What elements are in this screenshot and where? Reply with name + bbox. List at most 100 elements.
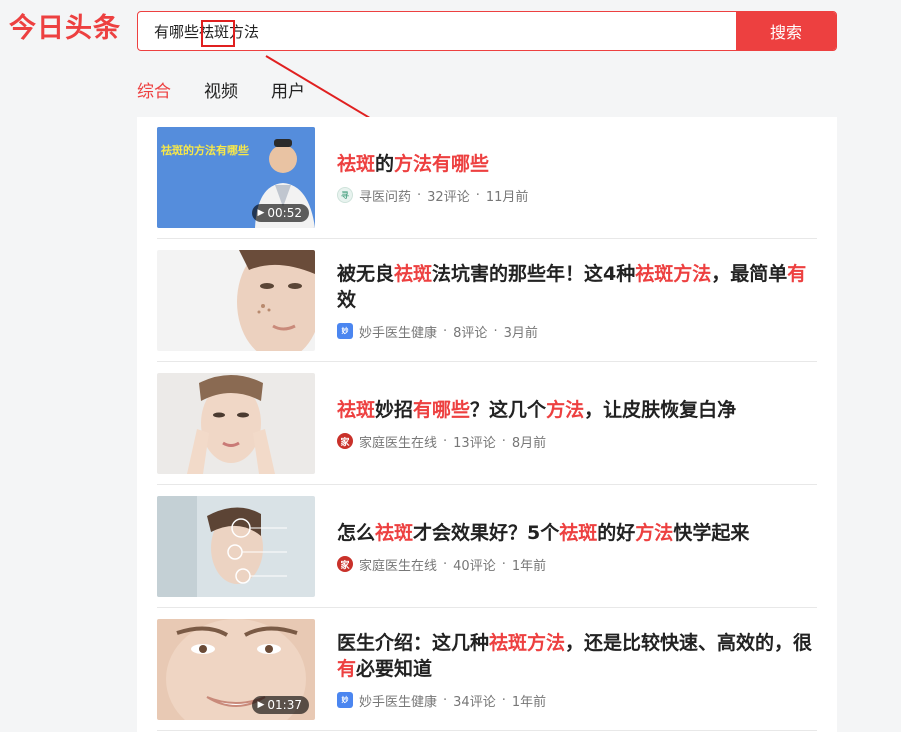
thumbnail-caption: 祛斑的方法有哪些	[161, 144, 249, 157]
result-meta: 妙 妙手医生健康 · 34评论 · 1年前	[337, 691, 817, 710]
result-info: 医生介绍：这几种祛斑方法，还是比较快速、高效的，很有必要知道 妙 妙手医生健康 …	[337, 609, 817, 730]
title-keyword-highlight: 方法有哪些	[394, 152, 490, 175]
title-text: 医生介绍：这几种	[337, 631, 490, 654]
comment-count: 40评论	[453, 558, 496, 574]
tab-comprehensive[interactable]: 综合	[137, 80, 171, 104]
result-title[interactable]: 怎么祛斑才会效果好？5个祛斑的好方法快学起来	[337, 520, 817, 546]
separator-dot: ·	[417, 187, 422, 203]
result-meta: 妙 妙手医生健康 · 8评论 · 3月前	[337, 322, 817, 341]
separator-dot: ·	[501, 433, 506, 449]
publish-time: 3月前	[503, 325, 538, 341]
title-text: ，让皮肤恢复白净	[584, 398, 737, 421]
result-meta: 家 家庭医生在线 · 13评论 · 8月前	[337, 432, 817, 451]
title-text: 的	[375, 152, 395, 175]
comment-count: 32评论	[427, 189, 470, 205]
separator-dot: ·	[443, 556, 448, 572]
search-box: 搜索	[137, 11, 837, 51]
title-keyword-highlight: 祛斑方法	[489, 631, 566, 654]
video-thumbnail[interactable]: ▶ 01:37	[157, 619, 315, 720]
title-text: 快学起来	[673, 521, 750, 544]
title-keyword-highlight: 祛斑	[337, 398, 376, 421]
title-keyword-highlight: 祛斑	[559, 521, 598, 544]
result-info: 怎么祛斑才会效果好？5个祛斑的好方法快学起来 家 家庭医生在线 · 40评论 ·…	[337, 486, 817, 607]
result-meta: 家 家庭医生在线 · 40评论 · 1年前	[337, 555, 817, 574]
result-title[interactable]: 祛斑妙招有哪些？这几个方法，让皮肤恢复白净	[337, 397, 817, 423]
result-title[interactable]: 祛斑的方法有哪些	[337, 151, 817, 177]
thumbnail-image	[157, 250, 315, 351]
comment-count: 8评论	[453, 325, 488, 341]
result-item[interactable]: 祛斑的方法有哪些 ▶ 00:52 祛斑的方法有哪些 寻 寻医问药 · 32评论 …	[157, 117, 817, 239]
result-item[interactable]: 被无良祛斑法坑害的那些年！这4种祛斑方法，最简单有效 妙 妙手医生健康 · 8评…	[157, 240, 817, 362]
play-icon: ▶	[257, 700, 265, 710]
title-text: 才会效果好？5个	[413, 521, 560, 544]
title-keyword-highlight: 有	[337, 657, 357, 680]
toutiao-logo[interactable]: 今日头条	[9, 12, 121, 46]
title-text: ，最简单	[711, 262, 788, 285]
comment-count: 13评论	[453, 435, 496, 451]
source-name[interactable]: 家庭医生在线	[359, 555, 437, 574]
search-input[interactable]	[138, 12, 736, 50]
result-item[interactable]: 祛斑妙招有哪些？这几个方法，让皮肤恢复白净 家 家庭医生在线 · 13评论 · …	[157, 363, 817, 485]
title-text: ？这几个	[470, 398, 547, 421]
title-keyword-highlight: 祛斑方法	[635, 262, 712, 285]
result-info: 祛斑妙招有哪些？这几个方法，让皮肤恢复白净 家 家庭医生在线 · 13评论 · …	[337, 363, 817, 484]
title-text: 的好	[597, 521, 636, 544]
title-keyword-highlight: 方法	[635, 521, 674, 544]
publish-time: 1年前	[511, 694, 547, 710]
article-thumbnail[interactable]	[157, 250, 315, 351]
publish-time: 11月前	[485, 189, 529, 205]
result-info: 被无良祛斑法坑害的那些年！这4种祛斑方法，最简单有效 妙 妙手医生健康 · 8评…	[337, 240, 817, 361]
result-item[interactable]: 怎么祛斑才会效果好？5个祛斑的好方法快学起来 家 家庭医生在线 · 40评论 ·…	[157, 486, 817, 608]
video-thumbnail[interactable]: 祛斑的方法有哪些 ▶ 00:52	[157, 127, 315, 228]
source-name[interactable]: 寻医问药	[359, 186, 411, 205]
publish-time: 8月前	[511, 435, 547, 451]
result-meta: 寻 寻医问药 · 32评论 · 11月前	[337, 186, 817, 205]
title-keyword-highlight: 有哪些	[413, 398, 471, 421]
jiating-icon: 家	[337, 556, 353, 572]
title-text: 效	[337, 288, 357, 311]
source-name[interactable]: 妙手医生健康	[359, 322, 437, 341]
result-title[interactable]: 医生介绍：这几种祛斑方法，还是比较快速、高效的，很有必要知道	[337, 630, 817, 682]
comment-count: 34评论	[453, 694, 496, 710]
result-tabs: 综合 视频 用户	[137, 80, 305, 104]
source-name[interactable]: 妙手医生健康	[359, 691, 437, 710]
title-keyword-highlight: 方法	[546, 398, 585, 421]
title-text: 被无良	[337, 262, 395, 285]
separator-dot: ·	[501, 692, 506, 708]
separator-dot: ·	[493, 323, 498, 339]
separator-dot: ·	[443, 433, 448, 449]
title-keyword-highlight: 有	[787, 262, 807, 285]
jiating-icon: 家	[337, 433, 353, 449]
title-text: 怎么	[337, 521, 376, 544]
miaoshou-icon: 妙	[337, 323, 353, 339]
title-keyword-highlight: 祛斑	[337, 152, 376, 175]
title-text: 必要知道	[356, 657, 433, 680]
title-text: ，还是比较快速、高效的，很	[565, 631, 813, 654]
separator-dot: ·	[443, 692, 448, 708]
result-title[interactable]: 被无良祛斑法坑害的那些年！这4种祛斑方法，最简单有效	[337, 261, 817, 313]
search-button[interactable]: 搜索	[736, 12, 836, 50]
separator-dot: ·	[443, 323, 448, 339]
video-duration: ▶ 00:52	[252, 204, 309, 222]
title-text: 法坑害的那些年！这4种	[432, 262, 636, 285]
article-thumbnail[interactable]	[157, 496, 315, 597]
miaoshou-icon: 妙	[337, 692, 353, 708]
source-name[interactable]: 家庭医生在线	[359, 432, 437, 451]
separator-dot: ·	[475, 187, 480, 203]
thumbnail-image	[157, 496, 315, 597]
title-text: 妙招	[375, 398, 414, 421]
video-duration: ▶ 01:37	[252, 696, 309, 714]
result-item[interactable]: ▶ 01:37 医生介绍：这几种祛斑方法，还是比较快速、高效的，很有必要知道 妙…	[157, 609, 817, 731]
tab-video[interactable]: 视频	[204, 80, 238, 104]
title-keyword-highlight: 祛斑	[375, 521, 414, 544]
article-thumbnail[interactable]	[157, 373, 315, 474]
result-info: 祛斑的方法有哪些 寻 寻医问药 · 32评论 · 11月前	[337, 117, 817, 238]
tab-users[interactable]: 用户	[271, 80, 305, 104]
thumbnail-image	[157, 373, 315, 474]
publish-time: 1年前	[511, 558, 547, 574]
results-list: 祛斑的方法有哪些 ▶ 00:52 祛斑的方法有哪些 寻 寻医问药 · 32评论 …	[137, 117, 837, 732]
duration-label: 00:52	[267, 206, 302, 220]
play-icon: ▶	[257, 208, 265, 218]
xunyi-icon: 寻	[337, 187, 353, 203]
duration-label: 01:37	[267, 698, 302, 712]
